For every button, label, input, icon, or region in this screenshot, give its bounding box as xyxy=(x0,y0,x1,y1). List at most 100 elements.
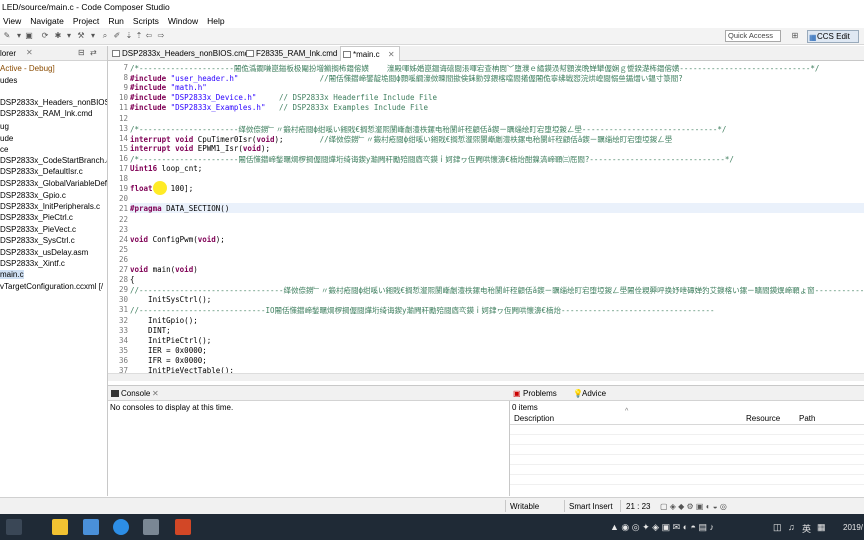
status-bar: Writable Smart Insert 21 : 23 ▢ ◈ ◆ ⚙ ▣ … xyxy=(0,497,864,514)
table-row xyxy=(510,426,864,435)
line-number: 15 xyxy=(118,143,128,153)
line-number: 23 xyxy=(118,224,128,234)
dropdown-icon[interactable]: ▾ xyxy=(64,31,74,41)
line-number: 25 xyxy=(118,244,128,254)
tab-ram-lnk-cmd[interactable]: F28335_RAM_lnk.cmd xyxy=(244,46,341,61)
tree-item-ram-lnk[interactable]: DSP2833x_RAM_lnk.cmd xyxy=(0,109,92,118)
tree-item-gpio[interactable]: DSP2833x_Gpio.c xyxy=(0,191,66,200)
status-separator xyxy=(505,500,506,512)
column-description[interactable]: Description xyxy=(514,414,554,423)
powerpoint-icon[interactable] xyxy=(175,519,191,535)
file-icon xyxy=(246,50,254,57)
tree-item-source[interactable]: ce xyxy=(0,145,8,154)
collapse-all-icon[interactable]: ⊟ xyxy=(78,48,85,57)
tray-icons[interactable]: ▲ ◉ ◎ ✦ ◈ ▣ ✉ ◐ ◓ ▤ ♪ xyxy=(610,522,714,533)
column-path[interactable]: Path xyxy=(799,414,815,423)
link-editor-icon[interactable]: ⇄ xyxy=(90,48,97,57)
refresh-icon[interactable]: ⟳ xyxy=(40,31,50,41)
line-number: 37 xyxy=(118,366,128,373)
menu-window[interactable]: Window xyxy=(165,14,201,28)
problems-icon: ▣ xyxy=(513,389,521,398)
menu-navigate[interactable]: Navigate xyxy=(27,14,67,28)
tree-item-defaultisr[interactable]: DSP2833x_DefaultIsr.c xyxy=(0,167,83,176)
tree-item-debug[interactable]: ug xyxy=(0,122,9,131)
column-resource[interactable]: Resource xyxy=(746,414,780,423)
menu-scripts[interactable]: Scripts xyxy=(130,14,162,28)
console-tabbar: Console ✕ xyxy=(108,386,510,401)
menu-help[interactable]: Help xyxy=(204,14,227,28)
taskbar-date: 2019/ xyxy=(843,523,864,532)
browser-icon[interactable] xyxy=(113,519,129,535)
tree-item-piectrl[interactable]: DSP2833x_PieCtrl.c xyxy=(0,213,73,222)
tree-item-globalvariabledefs[interactable]: DSP2833x_GlobalVariableDefs. xyxy=(0,179,107,188)
tab-headers-nonbios-cmd[interactable]: DSP2833x_Headers_nonBIOS.cmd xyxy=(110,46,253,61)
menu-project[interactable]: Project xyxy=(70,14,102,28)
line-number: 31 xyxy=(118,305,128,315)
pen-icon[interactable]: ✐ xyxy=(112,31,122,41)
file-icon xyxy=(112,50,120,57)
prev-annotation-icon[interactable]: ⇡ xyxy=(134,31,144,41)
close-icon[interactable]: ✕ xyxy=(26,48,33,57)
project-explorer: lorer ✕ ⊟ ⇄ Active - Debug] udes DSP2833… xyxy=(0,46,108,496)
table-row xyxy=(510,436,864,445)
line-number: 24 xyxy=(118,234,128,244)
main-toolbar: ✎ ▾ ▣ ⟳ ✱ ▾ ⚒ ▾ ⌕ ✐ ⇣ ⇡ ⇦ ⇨ Quick Access… xyxy=(0,28,864,45)
build-icon[interactable]: ⚒ xyxy=(76,31,86,41)
status-separator xyxy=(620,500,621,512)
line-number: 14 xyxy=(118,133,128,143)
code-line: void main(void) xyxy=(130,265,198,274)
code-line: //--------------------------------缂傚倷鐒﹂〃… xyxy=(130,286,864,296)
cube-app-icon[interactable] xyxy=(143,519,159,535)
tree-item-initperipherals[interactable]: DSP2833x_InitPeripherals.c xyxy=(0,202,100,211)
bird-app-icon[interactable] xyxy=(83,519,99,535)
code-line: InitPieCtrl(); xyxy=(130,335,212,345)
tree-item-xintf[interactable]: DSP2833x_Xintf.c xyxy=(0,259,65,268)
line-number: 10 xyxy=(118,93,128,103)
tree-project-root[interactable]: Active - Debug] xyxy=(0,64,55,73)
ccs-edit-perspective-button[interactable]: ▦ CCS Edit xyxy=(807,30,859,43)
editor-horizontal-scrollbar[interactable] xyxy=(108,373,864,381)
line-number: 34 xyxy=(118,335,128,345)
code-line: void ConfigPwm(void); xyxy=(130,234,225,244)
tree-item-pievect[interactable]: DSP2833x_PieVect.c xyxy=(0,225,76,234)
start-icon[interactable] xyxy=(6,519,22,535)
forward-icon[interactable]: ⇨ xyxy=(156,31,166,41)
code-line: { xyxy=(130,275,135,285)
keyboard-icon[interactable]: ▦ xyxy=(817,522,826,533)
back-icon[interactable]: ⇦ xyxy=(144,31,154,41)
tree-item-main-c[interactable]: main.c xyxy=(0,270,24,279)
quick-access-input[interactable]: Quick Access xyxy=(725,30,781,42)
file-explorer-icon[interactable] xyxy=(52,519,68,535)
tree-item-usdelay[interactable]: DSP2833x_usDelay.asm xyxy=(0,248,88,257)
bug-icon[interactable]: ✱ xyxy=(53,31,63,41)
code-line: #include "DSP2833x_Device.h" // DSP2833x… xyxy=(130,93,438,103)
code-editor[interactable]: 7 8 9 10 11 12 13 14 15 16 17 18 19 20 21 22 23 24 25 26 27 2… xyxy=(108,61,864,373)
close-icon[interactable]: ✕ xyxy=(152,389,159,398)
save-icon[interactable]: ▣ xyxy=(24,31,34,41)
ime-indicator[interactable]: 英 xyxy=(802,522,811,535)
next-annotation-icon[interactable]: ⇣ xyxy=(124,31,134,41)
close-icon[interactable]: ✕ xyxy=(388,50,395,59)
dropdown-icon[interactable]: ▾ xyxy=(88,31,98,41)
project-explorer-tab[interactable]: lorer xyxy=(0,49,16,58)
search-icon[interactable]: ⌕ xyxy=(100,31,110,41)
tree-item-include[interactable]: ude xyxy=(0,134,13,143)
problems-tab[interactable]: Problems xyxy=(523,389,557,398)
tree-item-headers-c[interactable]: DSP2833x_Headers_nonBIOS.c xyxy=(0,98,107,107)
tree-item-includes[interactable]: udes xyxy=(0,76,17,85)
network-icon[interactable]: ◫ xyxy=(773,522,782,533)
menu-view[interactable]: View xyxy=(0,14,24,28)
tree-item-codestartbranch[interactable]: DSP2833x_CodeStartBranch.as xyxy=(0,156,107,165)
wand-icon[interactable]: ✎ xyxy=(2,31,12,41)
console-tab[interactable]: Console xyxy=(121,389,150,398)
tree-item-target-config[interactable]: vTargetConfiguration.ccxml [/ xyxy=(0,282,103,291)
tree-item-sysctrl[interactable]: DSP2833x_SysCtrl.c xyxy=(0,236,75,245)
tab-main-c[interactable]: *main.c ✕ xyxy=(340,46,400,61)
volume-icon[interactable]: ♫ xyxy=(788,522,795,532)
dropdown-icon[interactable]: ▾ xyxy=(14,31,24,41)
open-perspective-icon[interactable]: ⊞ xyxy=(790,31,800,41)
status-writable: Writable xyxy=(510,502,540,511)
menu-run[interactable]: Run xyxy=(105,14,127,28)
line-number: 9 xyxy=(123,83,128,93)
advice-tab[interactable]: Advice xyxy=(582,389,606,398)
